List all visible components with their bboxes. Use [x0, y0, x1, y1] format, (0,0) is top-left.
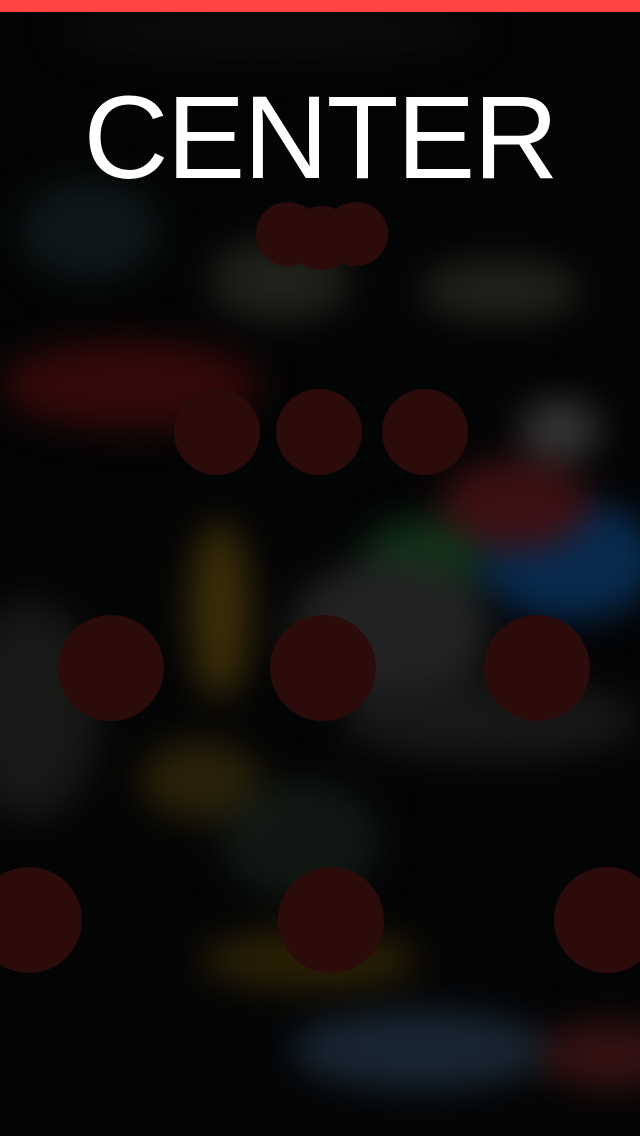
dot-row-4-item-2[interactable] [278, 867, 384, 973]
dot-row-2-item-1[interactable] [174, 389, 260, 475]
dot-row-3-item-3[interactable] [484, 615, 590, 721]
dot-row-3-item-1[interactable] [58, 615, 164, 721]
dot-row-1-item-3[interactable] [324, 202, 388, 266]
dot-row-2-item-2[interactable] [276, 389, 362, 475]
dot-row-2-item-3[interactable] [382, 389, 468, 475]
top-accent-bar [0, 0, 640, 12]
page-title: CENTER [83, 72, 558, 204]
screen: CENTER [0, 0, 640, 1136]
dot-row-3-item-2[interactable] [270, 615, 376, 721]
